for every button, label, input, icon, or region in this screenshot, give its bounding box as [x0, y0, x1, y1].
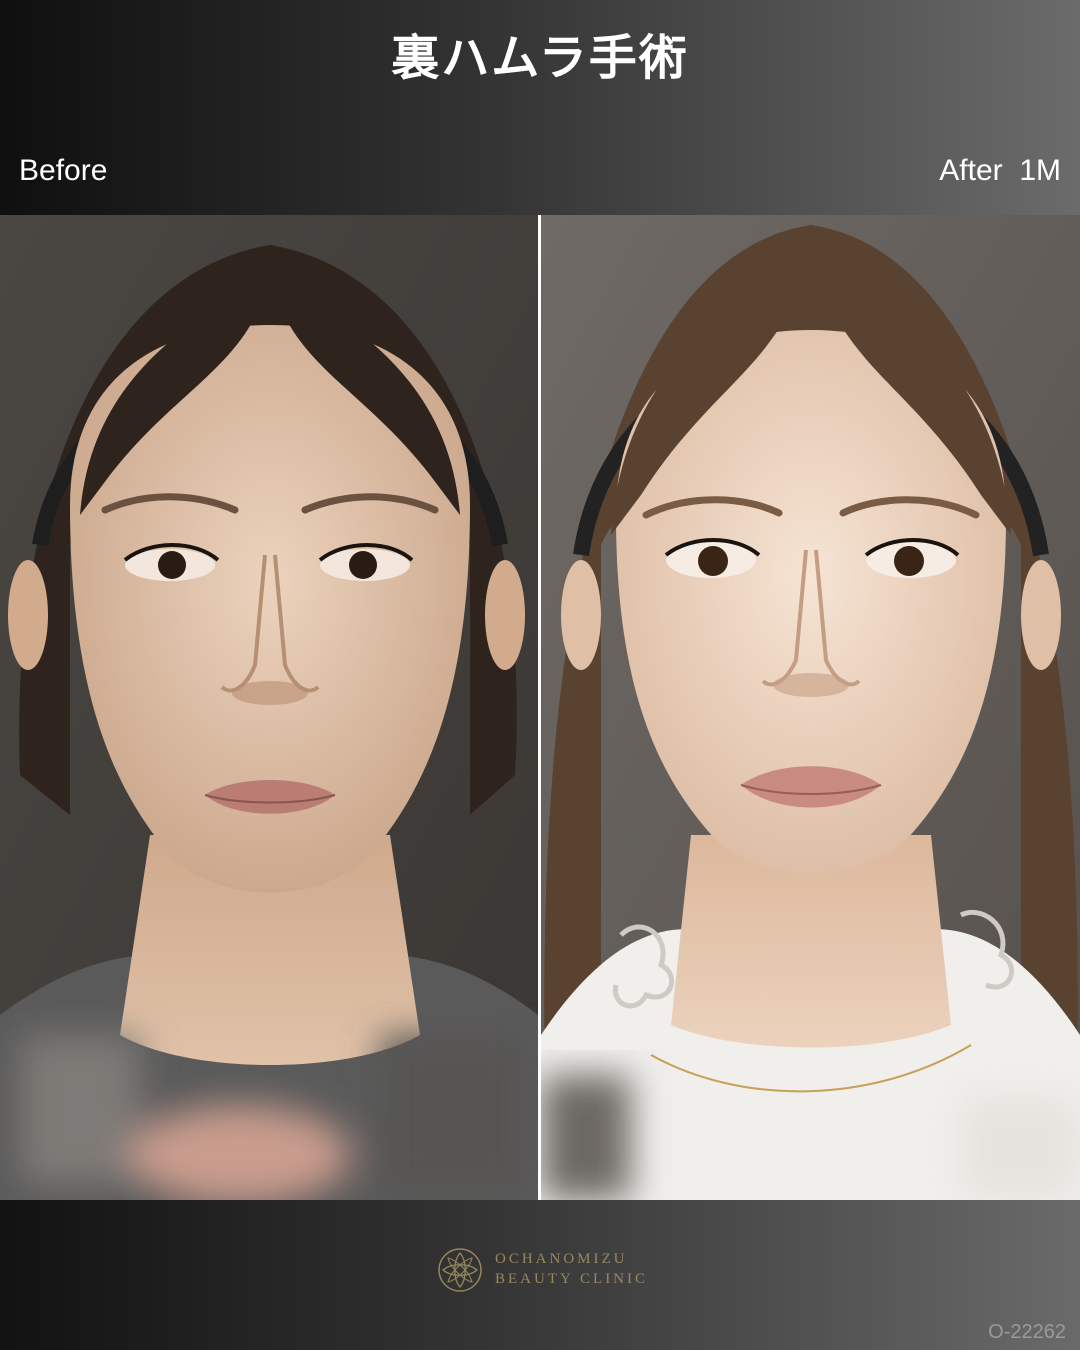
- clinic-logo: OCHANOMIZU BEAUTY CLINIC: [437, 1245, 647, 1293]
- page-title: 裏ハムラ手術: [391, 30, 689, 86]
- case-id: O-22262: [988, 1321, 1066, 1343]
- face-photo-after-icon: [541, 215, 1080, 1200]
- face-photo-before-icon: [0, 215, 538, 1200]
- before-label: Before: [19, 154, 108, 187]
- after-photo: [541, 215, 1080, 1200]
- clinic-flower-logo-icon: [438, 1248, 482, 1292]
- before-photo: [0, 215, 538, 1200]
- logo-line-1: OCHANOMIZU: [495, 1251, 628, 1267]
- header-banner: 裏ハムラ手術 Before After 1M: [0, 0, 1080, 215]
- before-after-page: 裏ハムラ手術 Before After 1M OCHANOMIZU BEAUTY…: [0, 0, 1080, 1350]
- logo-line-2: BEAUTY CLINIC: [495, 1271, 649, 1287]
- after-label: After 1M: [939, 154, 1061, 187]
